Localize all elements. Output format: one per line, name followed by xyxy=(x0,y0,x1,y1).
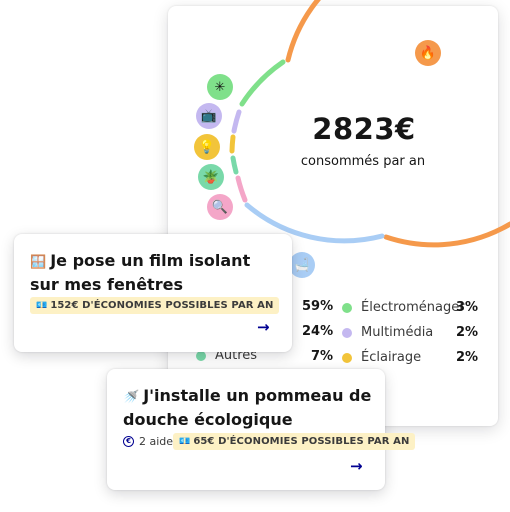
lightbulb-icon: 💡 xyxy=(194,134,220,160)
bathtub-icon: 🛁 xyxy=(289,252,315,278)
ring-segment-electromenager xyxy=(239,59,286,107)
legend-pct-eau-chaude: 24% xyxy=(302,324,334,339)
legend-item-electromenager: Électroménager xyxy=(342,300,465,315)
legend-pct-autres: 7% xyxy=(311,349,334,364)
banknote-icon: 💶 xyxy=(36,301,48,311)
savings-badge-text: 65€ D'ÉCONOMIES POSSIBLES PAR AN xyxy=(193,436,410,447)
savings-badge: 💶 65€ D'ÉCONOMIES POSSIBLES PAR AN xyxy=(173,433,416,450)
ring-segment-autres xyxy=(230,155,239,175)
plant-pot-icon: 🪴 xyxy=(198,164,224,190)
aids-count: €2 aides xyxy=(123,435,179,448)
legend-pct-chauffage: 59% xyxy=(302,299,334,314)
action-card-eco-showerhead[interactable]: 🚿 J'installe un pommeau de douche écologi… xyxy=(107,369,416,490)
magnifier-icon: 🔍 xyxy=(207,194,233,220)
legend-pct-eclairage: 2% xyxy=(456,350,479,365)
legend-dot-electromenager xyxy=(342,302,352,313)
ring-segment-cuisson xyxy=(235,175,248,203)
legend-label-electromenager: Électroménager xyxy=(361,300,465,315)
tv-icon: 📺 xyxy=(196,103,222,129)
action-title-text: J'installe un pommeau de douche écologiq… xyxy=(123,386,372,429)
legend-item-eclairage: Éclairage xyxy=(342,350,421,365)
action-title: 🪟 Je pose un film isolant sur mes fenêtre… xyxy=(30,250,282,296)
banknote-icon: 💶 xyxy=(179,437,191,447)
savings-badge-text: 152€ D'ÉCONOMIES POSSIBLES PAR AN xyxy=(50,300,274,311)
action-title: 🚿 J'installe un pommeau de douche écologi… xyxy=(123,385,375,431)
washing-machine-icon: ✳ xyxy=(207,74,233,100)
fire-icon: 🔥 xyxy=(415,40,441,66)
total-caption: consommés par an xyxy=(300,154,426,169)
legend-dot-eclairage xyxy=(342,352,352,363)
legend-item-multimedia: Multimédia xyxy=(342,325,433,340)
arrow-right-icon[interactable]: → xyxy=(350,457,363,475)
legend-dot-multimedia xyxy=(342,327,352,338)
legend-pct-multimedia: 2% xyxy=(456,325,479,340)
window-icon: 🪟 xyxy=(30,255,47,270)
ring-segment-multimedia xyxy=(231,109,242,134)
legend-label-eclairage: Éclairage xyxy=(361,350,422,365)
arrow-right-icon[interactable]: → xyxy=(257,318,270,336)
savings-badge: 💶 152€ D'ÉCONOMIES POSSIBLES PAR AN xyxy=(30,297,280,314)
action-card-window-film[interactable]: 🪟 Je pose un film isolant sur mes fenêtre… xyxy=(14,234,292,352)
ring-segment-eclairage xyxy=(229,134,236,154)
legend-label-multimedia: Multimédia xyxy=(361,325,434,340)
euro-circle-icon: € xyxy=(123,436,134,447)
total-consumption: 2823€ xyxy=(312,112,416,146)
legend-dot-autres xyxy=(196,350,206,361)
legend-pct-electromenager: 3% xyxy=(456,300,479,315)
action-title-text: Je pose un film isolant sur mes fenêtres xyxy=(30,251,251,294)
shower-icon: 🚿 xyxy=(123,390,140,405)
